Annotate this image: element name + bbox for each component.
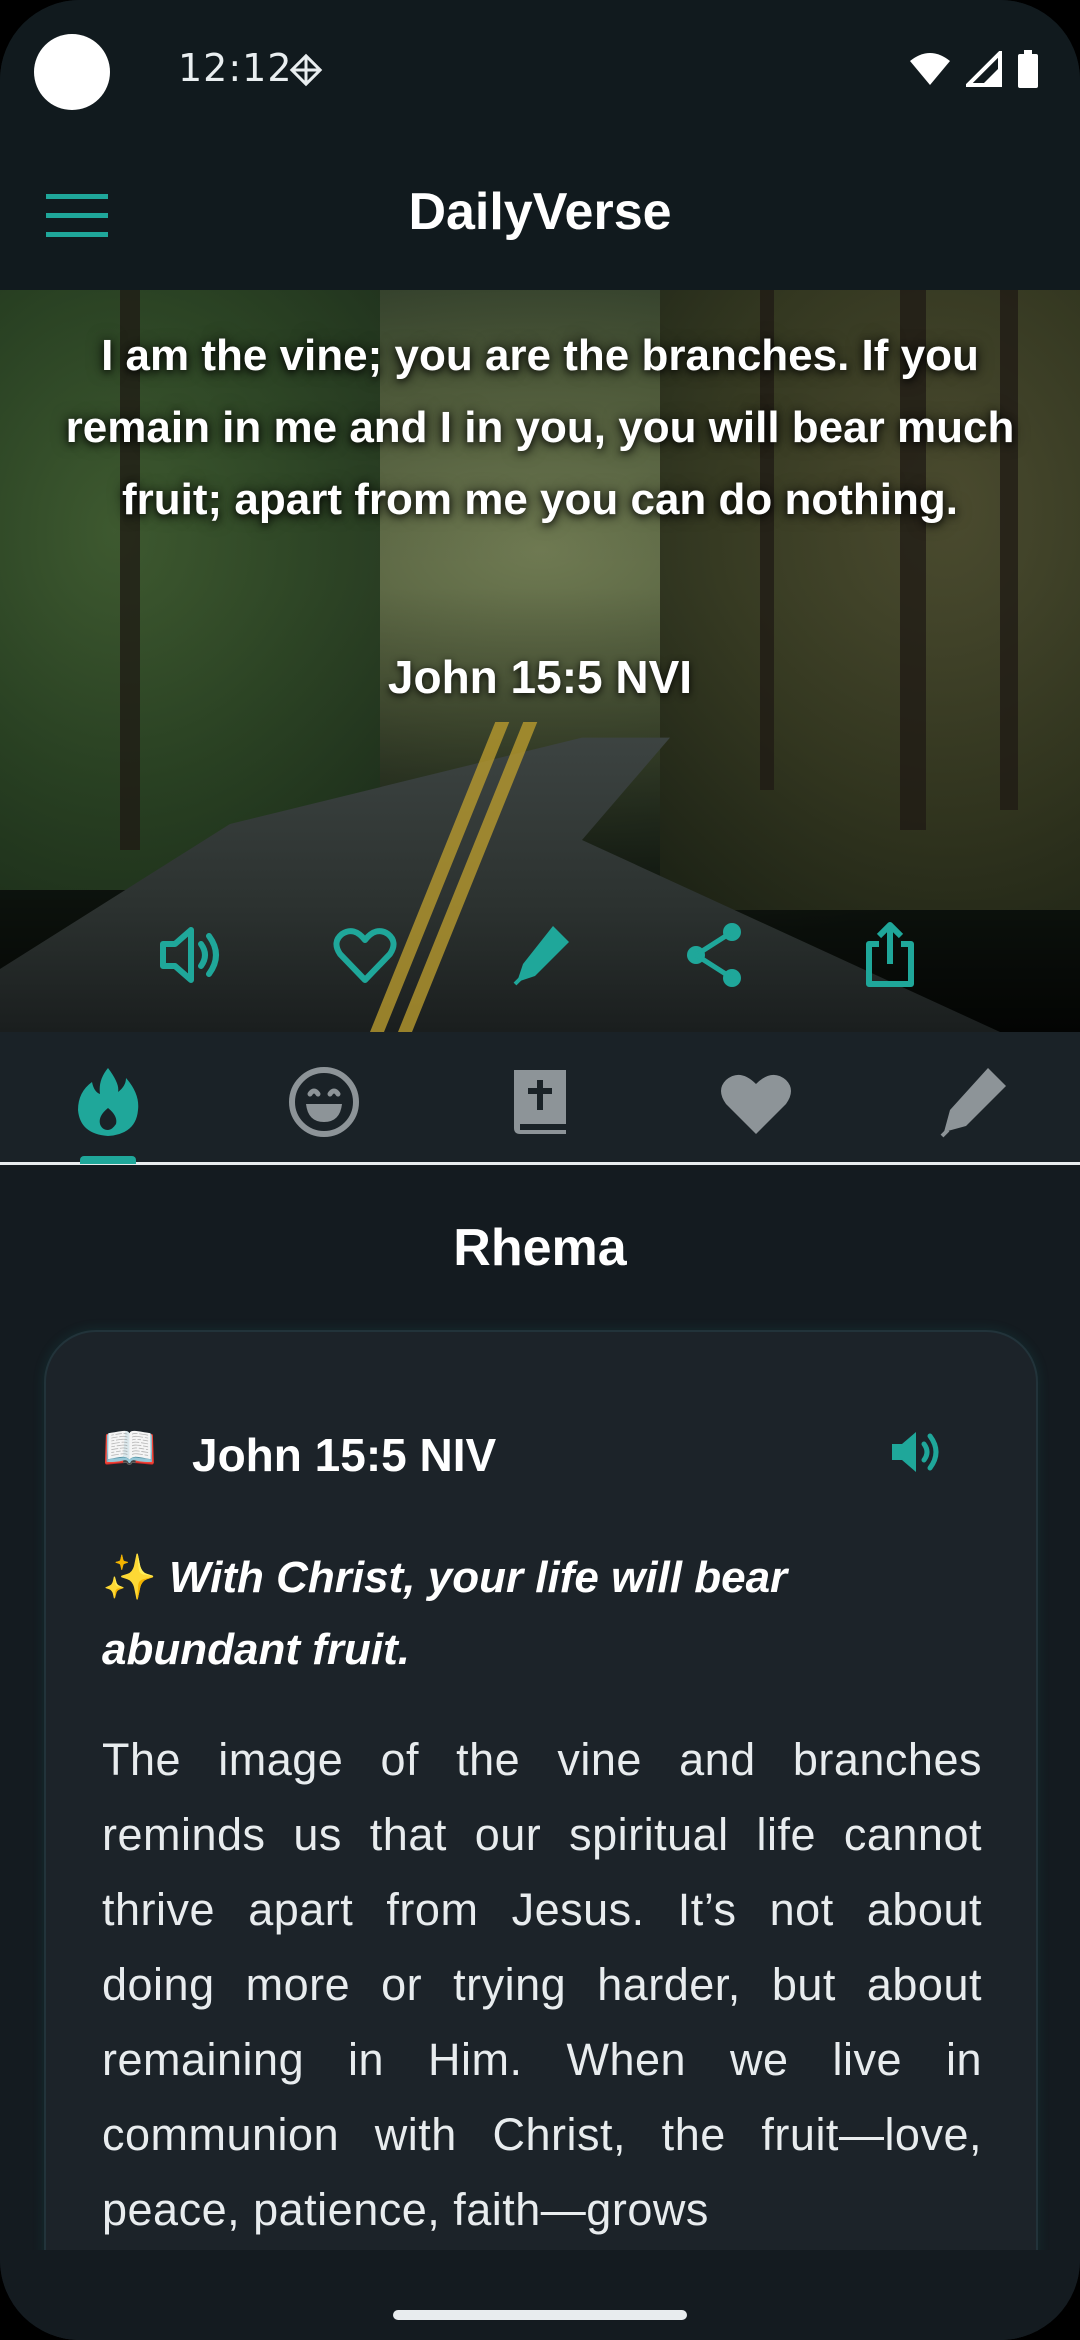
flame-icon[interactable] bbox=[68, 1062, 148, 1142]
status-time: 12:12 bbox=[178, 46, 293, 90]
pen-icon[interactable] bbox=[932, 1062, 1012, 1142]
card-highlight: ✨ With Christ, your life will bear abund… bbox=[102, 1542, 982, 1686]
share-icon[interactable] bbox=[680, 920, 750, 990]
verse-reference: John 15:5 NVI bbox=[387, 651, 693, 703]
card-body-text: The image of the vine and branches remin… bbox=[102, 1734, 982, 2235]
speaker-icon[interactable] bbox=[886, 1422, 946, 1482]
verse-hero-card: I am the vine; you are the branches. If … bbox=[0, 290, 1080, 1032]
status-icons bbox=[908, 50, 1040, 88]
phone-screen: 12:12 DailyVerse I am the vine; you are … bbox=[0, 0, 1080, 2340]
app-bar: DailyVerse bbox=[0, 140, 1080, 290]
wifi-icon bbox=[910, 53, 950, 85]
open-book-icon: 📖 bbox=[102, 1424, 157, 1473]
home-indicator[interactable] bbox=[393, 2310, 687, 2320]
bible-icon[interactable] bbox=[500, 1062, 580, 1142]
heart-icon[interactable] bbox=[716, 1062, 796, 1142]
app-notification-icon bbox=[289, 53, 323, 87]
card-reference: John 15:5 NIV bbox=[192, 1429, 497, 1481]
selected-tab-indicator bbox=[80, 1156, 136, 1164]
app-title: DailyVerse bbox=[408, 183, 672, 241]
cell-signal-icon bbox=[966, 51, 1002, 87]
verse-action-bar bbox=[0, 920, 1080, 990]
section-title: Rhema bbox=[453, 1219, 627, 1277]
status-bar: 12:12 bbox=[0, 0, 1080, 140]
pen-icon[interactable] bbox=[505, 920, 575, 990]
battery-icon bbox=[1018, 50, 1038, 88]
sparkle-icon: ✨ bbox=[102, 1553, 157, 1602]
navigation-bar bbox=[0, 2250, 1080, 2340]
export-icon[interactable] bbox=[855, 920, 925, 990]
speaker-icon[interactable] bbox=[155, 920, 225, 990]
category-tab-bar bbox=[0, 1032, 1080, 1165]
card-highlight-text: With Christ, your life will bear abundan… bbox=[102, 1553, 788, 1674]
verse-text: I am the vine; you are the branches. If … bbox=[65, 331, 1015, 524]
heart-outline-icon[interactable] bbox=[330, 920, 400, 990]
camera-cutout bbox=[34, 34, 110, 110]
reflection-card: 📖 John 15:5 NIV ✨ With Christ, your life… bbox=[44, 1330, 1038, 2340]
smiley-icon[interactable] bbox=[284, 1062, 364, 1142]
